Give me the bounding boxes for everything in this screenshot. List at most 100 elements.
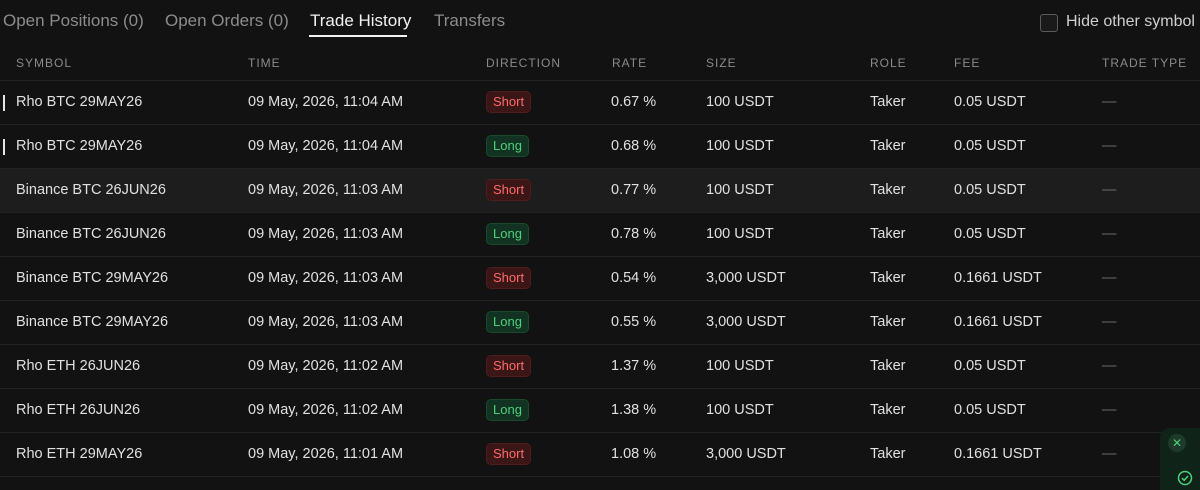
column-header-time: TIME (248, 56, 281, 70)
role-cell: Taker (870, 182, 906, 198)
fee-cell: 0.1661 USDT (954, 314, 1042, 330)
trade-type-cell: — (1102, 402, 1117, 418)
direction-badge: Short (486, 355, 532, 377)
size-cell: 3,000 USDT (706, 270, 786, 286)
notification-widget[interactable]: ✕ (1160, 428, 1200, 490)
trade-type-cell: — (1102, 94, 1117, 110)
role-cell: Taker (870, 138, 906, 154)
table-row[interactable]: Binance BTC 26JUN26 09 May, 2026, 11:03 A… (0, 213, 1200, 257)
tab-open-orders[interactable]: Open Orders (0) (165, 11, 289, 31)
direction-badge: Short (486, 443, 532, 465)
time-cell: 09 May, 2026, 11:04 AM (248, 94, 404, 110)
time-cell: 09 May, 2026, 11:02 AM (248, 358, 404, 374)
role-cell: Taker (870, 402, 906, 418)
table-body: Rho BTC 29MAY26 09 May, 2026, 11:04 AM Sho… (0, 81, 1200, 477)
rate-cell: 0.54 % (611, 270, 657, 286)
column-header-symbol: SYMBOL (16, 56, 73, 70)
trade-type-cell: — (1102, 182, 1117, 198)
row-marker (3, 139, 5, 155)
time-cell: 09 May, 2026, 11:03 AM (248, 182, 404, 198)
role-cell: Taker (870, 94, 906, 110)
trade-history-panel: Open Positions (0) Open Orders (0) Trade… (0, 0, 1200, 490)
time-cell: 09 May, 2026, 11:03 AM (248, 226, 404, 242)
role-cell: Taker (870, 314, 906, 330)
rate-cell: 0.77 % (611, 182, 657, 198)
fee-cell: 0.05 USDT (954, 226, 1026, 242)
fee-cell: 0.05 USDT (954, 94, 1026, 110)
table-row[interactable]: Binance BTC 26JUN26 09 May, 2026, 11:03 A… (0, 169, 1200, 213)
time-cell: 09 May, 2026, 11:04 AM (248, 138, 404, 154)
fee-cell: 0.1661 USDT (954, 446, 1042, 462)
table-row[interactable]: Rho BTC 29MAY26 09 May, 2026, 11:04 AM Lon… (0, 125, 1200, 169)
fee-cell: 0.05 USDT (954, 182, 1026, 198)
fee-cell: 0.05 USDT (954, 138, 1026, 154)
trade-type-cell: — (1102, 358, 1117, 374)
size-cell: 100 USDT (706, 226, 774, 242)
check-circle-icon (1177, 470, 1193, 486)
trade-history-table: SYMBOL TIME DIRECTION RATE SIZE ROLE FEE… (0, 42, 1200, 477)
time-cell: 09 May, 2026, 11:03 AM (248, 270, 404, 286)
trade-type-cell: — (1102, 226, 1117, 242)
table-row[interactable]: Binance BTC 29MAY26 09 May, 2026, 11:03 A… (0, 257, 1200, 301)
rate-cell: 1.37 % (611, 358, 657, 374)
direction-badge: Short (486, 267, 532, 289)
tab-trade-history[interactable]: Trade History (310, 11, 411, 31)
time-cell: 09 May, 2026, 11:03 AM (248, 314, 404, 330)
hide-other-symbols-label: Hide other symbol (1066, 13, 1195, 30)
table-row[interactable]: Binance BTC 29MAY26 09 May, 2026, 11:03 A… (0, 301, 1200, 345)
size-cell: 3,000 USDT (706, 314, 786, 330)
rate-cell: 0.68 % (611, 138, 657, 154)
symbol-cell: Rho BTC 29MAY26 (16, 94, 143, 110)
role-cell: Taker (870, 358, 906, 374)
direction-badge: Short (486, 91, 532, 113)
column-header-size: SIZE (706, 56, 737, 70)
table-row[interactable]: Rho ETH 29MAY26 09 May, 2026, 11:01 AM Sho… (0, 433, 1200, 477)
rate-cell: 0.55 % (611, 314, 657, 330)
size-cell: 100 USDT (706, 182, 774, 198)
row-marker (3, 95, 5, 111)
size-cell: 100 USDT (706, 138, 774, 154)
tab-transfers[interactable]: Transfers (434, 11, 505, 31)
direction-badge: Short (486, 179, 532, 201)
column-header-trade-type: TRADE TYPE (1102, 56, 1188, 70)
role-cell: Taker (870, 270, 906, 286)
column-header-rate: RATE (612, 56, 648, 70)
time-cell: 09 May, 2026, 11:02 AM (248, 402, 404, 418)
size-cell: 3,000 USDT (706, 446, 786, 462)
rate-cell: 1.38 % (611, 402, 657, 418)
table-row[interactable]: Rho ETH 26JUN26 09 May, 2026, 11:02 AM Lon… (0, 389, 1200, 433)
symbol-cell: Rho ETH 26JUN26 (16, 358, 141, 374)
fee-cell: 0.05 USDT (954, 358, 1026, 374)
direction-badge: Long (486, 399, 529, 421)
fee-cell: 0.05 USDT (954, 402, 1026, 418)
symbol-cell: Binance BTC 29MAY26 (16, 314, 169, 330)
symbol-cell: Binance BTC 26JUN26 (16, 182, 166, 198)
symbol-cell: Rho ETH 29MAY26 (16, 446, 143, 462)
column-header-fee: FEE (954, 56, 981, 70)
table-row[interactable]: Rho ETH 26JUN26 09 May, 2026, 11:02 AM Sho… (0, 345, 1200, 389)
size-cell: 100 USDT (706, 402, 774, 418)
tab-bar: Open Positions (0) Open Orders (0) Trade… (0, 0, 1000, 44)
column-header-direction: DIRECTION (486, 56, 561, 70)
size-cell: 100 USDT (706, 94, 774, 110)
fee-cell: 0.1661 USDT (954, 270, 1042, 286)
close-icon[interactable]: ✕ (1168, 434, 1186, 452)
trade-type-cell: — (1102, 138, 1117, 154)
trade-type-cell: — (1102, 314, 1117, 330)
active-tab-indicator (309, 35, 407, 37)
symbol-cell: Rho BTC 29MAY26 (16, 138, 143, 154)
time-cell: 09 May, 2026, 11:01 AM (248, 446, 404, 462)
trade-type-cell: — (1102, 446, 1117, 462)
symbol-cell: Binance BTC 29MAY26 (16, 270, 169, 286)
tab-open-positions[interactable]: Open Positions (0) (3, 11, 144, 31)
rate-cell: 0.78 % (611, 226, 657, 242)
column-header-role: ROLE (870, 56, 907, 70)
direction-badge: Long (486, 135, 529, 157)
hide-other-symbols-checkbox[interactable] (1040, 14, 1058, 32)
direction-badge: Long (486, 223, 529, 245)
symbol-cell: Binance BTC 26JUN26 (16, 226, 166, 242)
role-cell: Taker (870, 446, 906, 462)
table-row[interactable]: Rho BTC 29MAY26 09 May, 2026, 11:04 AM Sho… (0, 81, 1200, 125)
rate-cell: 0.67 % (611, 94, 657, 110)
symbol-cell: Rho ETH 26JUN26 (16, 402, 141, 418)
